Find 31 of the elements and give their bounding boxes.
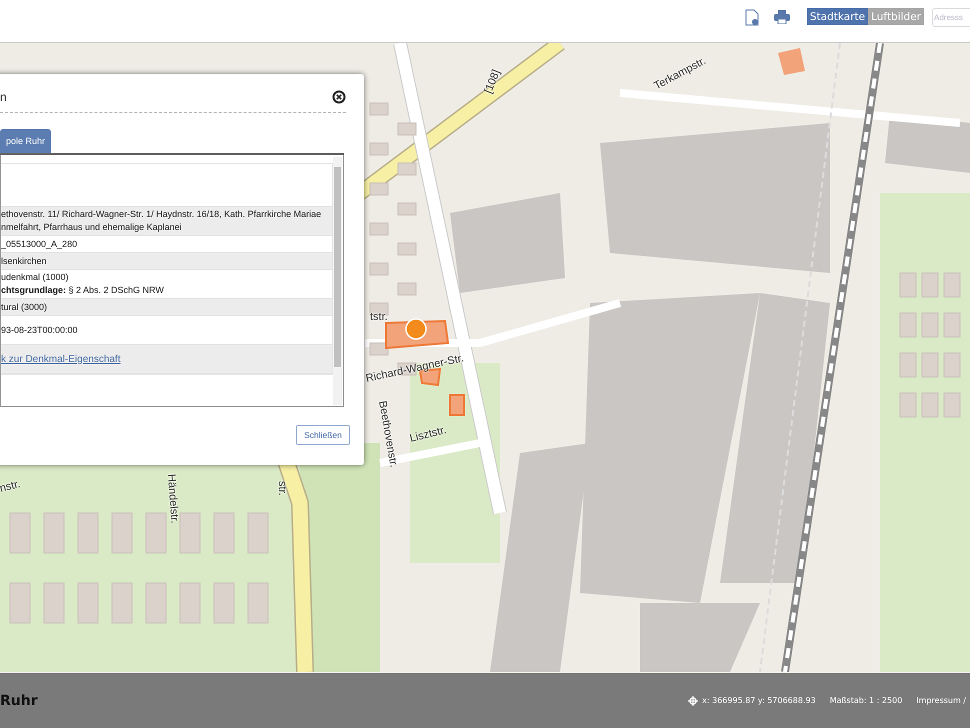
attribute-text: chtsgrundlage: § 2 Abs. 2 DSchG NRW — [1, 284, 165, 297]
attribute-text: lsenkirchen — [1, 254, 48, 268]
street-label: tstr. — [370, 311, 388, 323]
print-icon[interactable] — [772, 8, 791, 26]
scrollbar[interactable] — [333, 157, 342, 405]
property-link[interactable]: k zur Denkmal-Eigenschaft — [1, 354, 332, 364]
coordinates-text: x: 366995.87 y: 5706688.93 — [702, 696, 816, 705]
dialog-title: n — [0, 90, 7, 104]
crosshair-icon — [688, 696, 698, 706]
attribute-text: 93-08-23T00:00:00 — [1, 324, 79, 336]
dialog-tab[interactable]: pole Ruhr — [0, 129, 52, 153]
street-label: Lisztstr. — [408, 424, 448, 445]
street-label: nstr. — [0, 478, 22, 495]
attribute-text: udenkmal (1000) — [1, 271, 70, 284]
map-type-toggle[interactable]: Stadtkarte — [806, 8, 868, 25]
close-icon[interactable] — [332, 90, 346, 104]
street-label: [108] — [482, 68, 503, 96]
attribute-text: _05513000_A_280 — [1, 238, 78, 250]
imprint-link[interactable]: Impressum / — [916, 696, 966, 705]
footer-title: Ruhr — [0, 692, 38, 708]
map-type-toggle[interactable]: Luftbilder — [868, 8, 924, 25]
attribute-text: ethovenstr. 11/ Richard-Wagner-Str. 1/ Haydnstr. 16/18, Kath. Pfarrkirche Mariae — [1, 208, 322, 221]
street-label: str. — [276, 481, 288, 496]
scale-text: Maßstab: 1 : 2500 — [830, 696, 902, 705]
street-label: Händelstr. — [165, 474, 180, 524]
street-label: Beethovenstr. — [376, 400, 400, 468]
attribute-text: tural (3000) — [1, 300, 48, 314]
address-search-field[interactable]: Adresss — [932, 8, 970, 27]
document-info-icon[interactable] — [742, 8, 761, 26]
close-button[interactable]: Schließen — [296, 425, 350, 445]
attribute-text: nmelfahrt, Pfarrhaus und ehemalige Kaplanei — [1, 221, 183, 234]
